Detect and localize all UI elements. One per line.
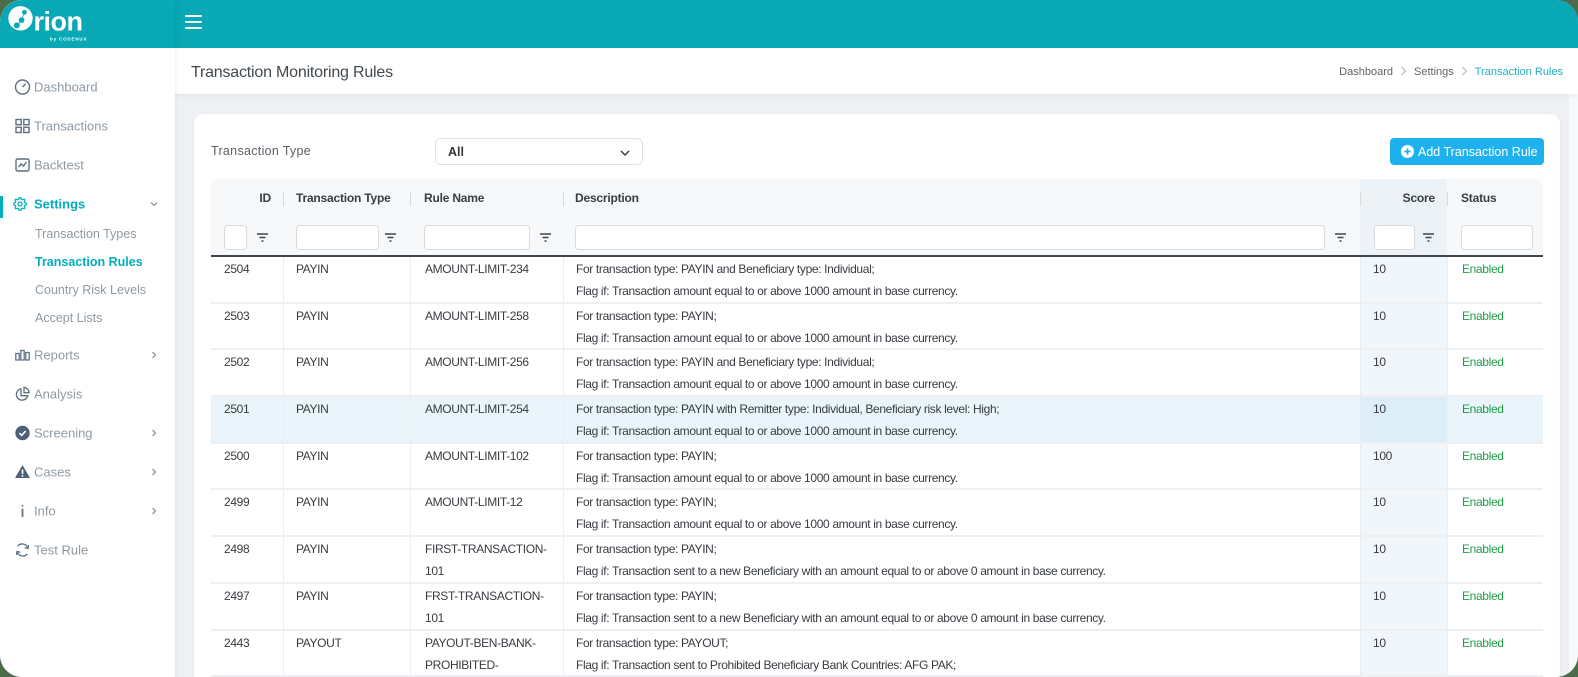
svg-text:by CODENUX: by CODENUX [50, 37, 87, 42]
svg-text:rion: rion [34, 7, 83, 37]
